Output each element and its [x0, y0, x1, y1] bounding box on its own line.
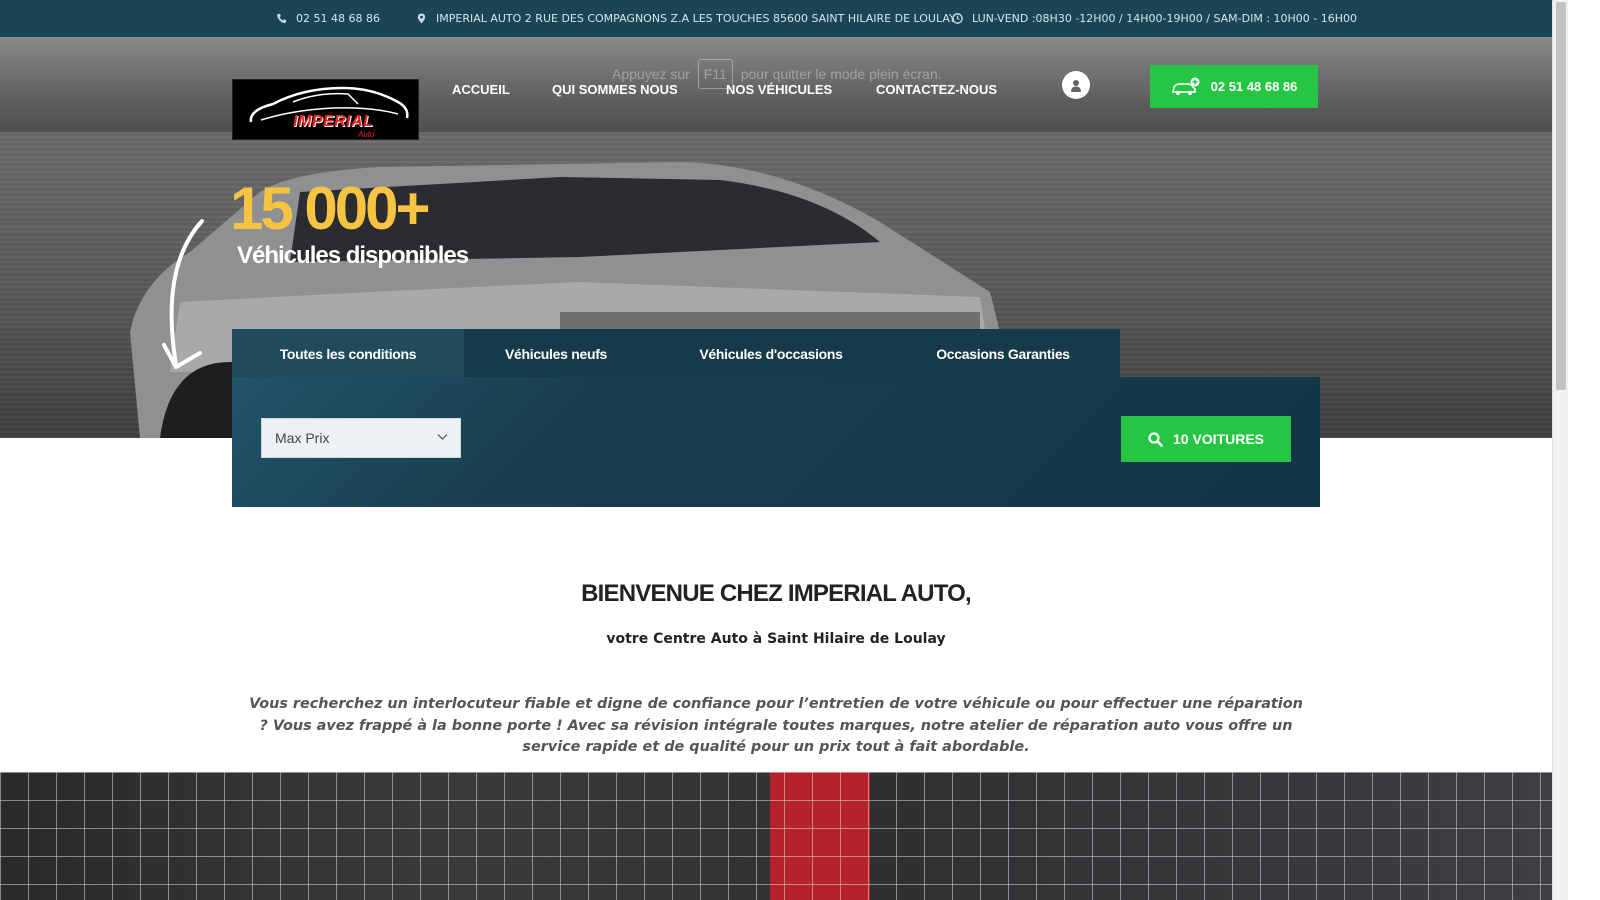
site-logo[interactable]: IMPERIAL Auto [232, 79, 419, 140]
phone-icon [276, 13, 287, 24]
logo-subtext: Auto [358, 130, 375, 139]
nav-qui-sommes-nous[interactable]: QUI SOMMES NOUS [552, 82, 678, 97]
tab-toutes-les-conditions[interactable]: Toutes les conditions [232, 329, 464, 378]
car-outline-logo-icon [249, 86, 409, 123]
search-button-label: 10 VOITURES [1172, 431, 1265, 447]
scrollbar-thumb[interactable] [1556, 2, 1566, 390]
map-marker-icon [417, 13, 426, 24]
vehicle-count: 15 000+ [230, 175, 431, 242]
tab-occasions-garanties[interactable]: Occasions Garanties [894, 329, 1112, 378]
fullscreen-hint-after: pour quitter le mode plein écran. [740, 66, 942, 82]
right-gutter [1568, 0, 1600, 900]
search-tabs: Toutes les conditions Véhicules neufs Vé… [232, 329, 1120, 378]
user-account-button[interactable] [1062, 71, 1090, 99]
max-price-label: Max Prix [275, 430, 330, 446]
topbar-address-text: IMPERIAL AUTO 2 RUE DES COMPAGNONS Z.A L… [436, 12, 956, 25]
welcome-title: BIENVENUE CHEZ IMPERIAL AUTO, [581, 580, 972, 607]
vehicle-count-label: Véhicules disponibles [237, 242, 469, 269]
topbar-hours: LUN-VEND :08H30 -12H00 / 14H00-19H00 / S… [952, 12, 1357, 25]
fullscreen-hint-before: Appuyez sur [612, 66, 690, 82]
car-plus-icon [1171, 77, 1200, 95]
header-phone-button[interactable]: 02 51 48 68 86 [1150, 65, 1318, 108]
chevron-down-icon [437, 434, 448, 440]
topbar-phone-text: 02 51 48 68 86 [296, 12, 380, 25]
header-phone-text: 02 51 48 68 86 [1210, 79, 1298, 94]
search-button[interactable]: 10 VOITURES [1121, 416, 1291, 462]
curved-arrow-icon [162, 219, 204, 369]
user-icon [1071, 79, 1081, 92]
topbar-hours-text: LUN-VEND :08H30 -12H00 / 14H00-19H00 / S… [972, 12, 1358, 25]
vertical-scrollbar[interactable] [1552, 0, 1568, 900]
search-panel: Max Prix 10 VOITURES [232, 377, 1320, 507]
topbar-phone[interactable]: 02 51 48 68 86 [276, 12, 380, 25]
nav-contactez-nous[interactable]: CONTACTEZ-NOUS [876, 82, 997, 97]
tab-vehicules-occasions[interactable]: Véhicules d'occasions [648, 329, 894, 378]
top-info-bar: 02 51 48 68 86 IMPERIAL AUTO 2 RUE DES C… [0, 0, 1552, 37]
welcome-subtitle: votre Centre Auto à Saint Hilaire de Lou… [606, 631, 946, 647]
search-icon [1148, 431, 1163, 447]
clock-icon [952, 13, 963, 24]
max-price-select[interactable]: Max Prix [261, 418, 461, 458]
topbar-address: IMPERIAL AUTO 2 RUE DES COMPAGNONS Z.A L… [416, 12, 956, 25]
tab-vehicules-neufs[interactable]: Véhicules neufs [464, 329, 648, 378]
welcome-text: Vous recherchez un interlocuteur fiable … [249, 696, 1303, 755]
logo-text: IMPERIAL [293, 113, 374, 130]
nav-nos-vehicules[interactable]: NOS VÉHICULES [726, 82, 832, 97]
workshop-image-fence [0, 772, 1552, 900]
nav-accueil[interactable]: ACCUEIL [452, 82, 510, 97]
workshop-image [0, 772, 1552, 900]
